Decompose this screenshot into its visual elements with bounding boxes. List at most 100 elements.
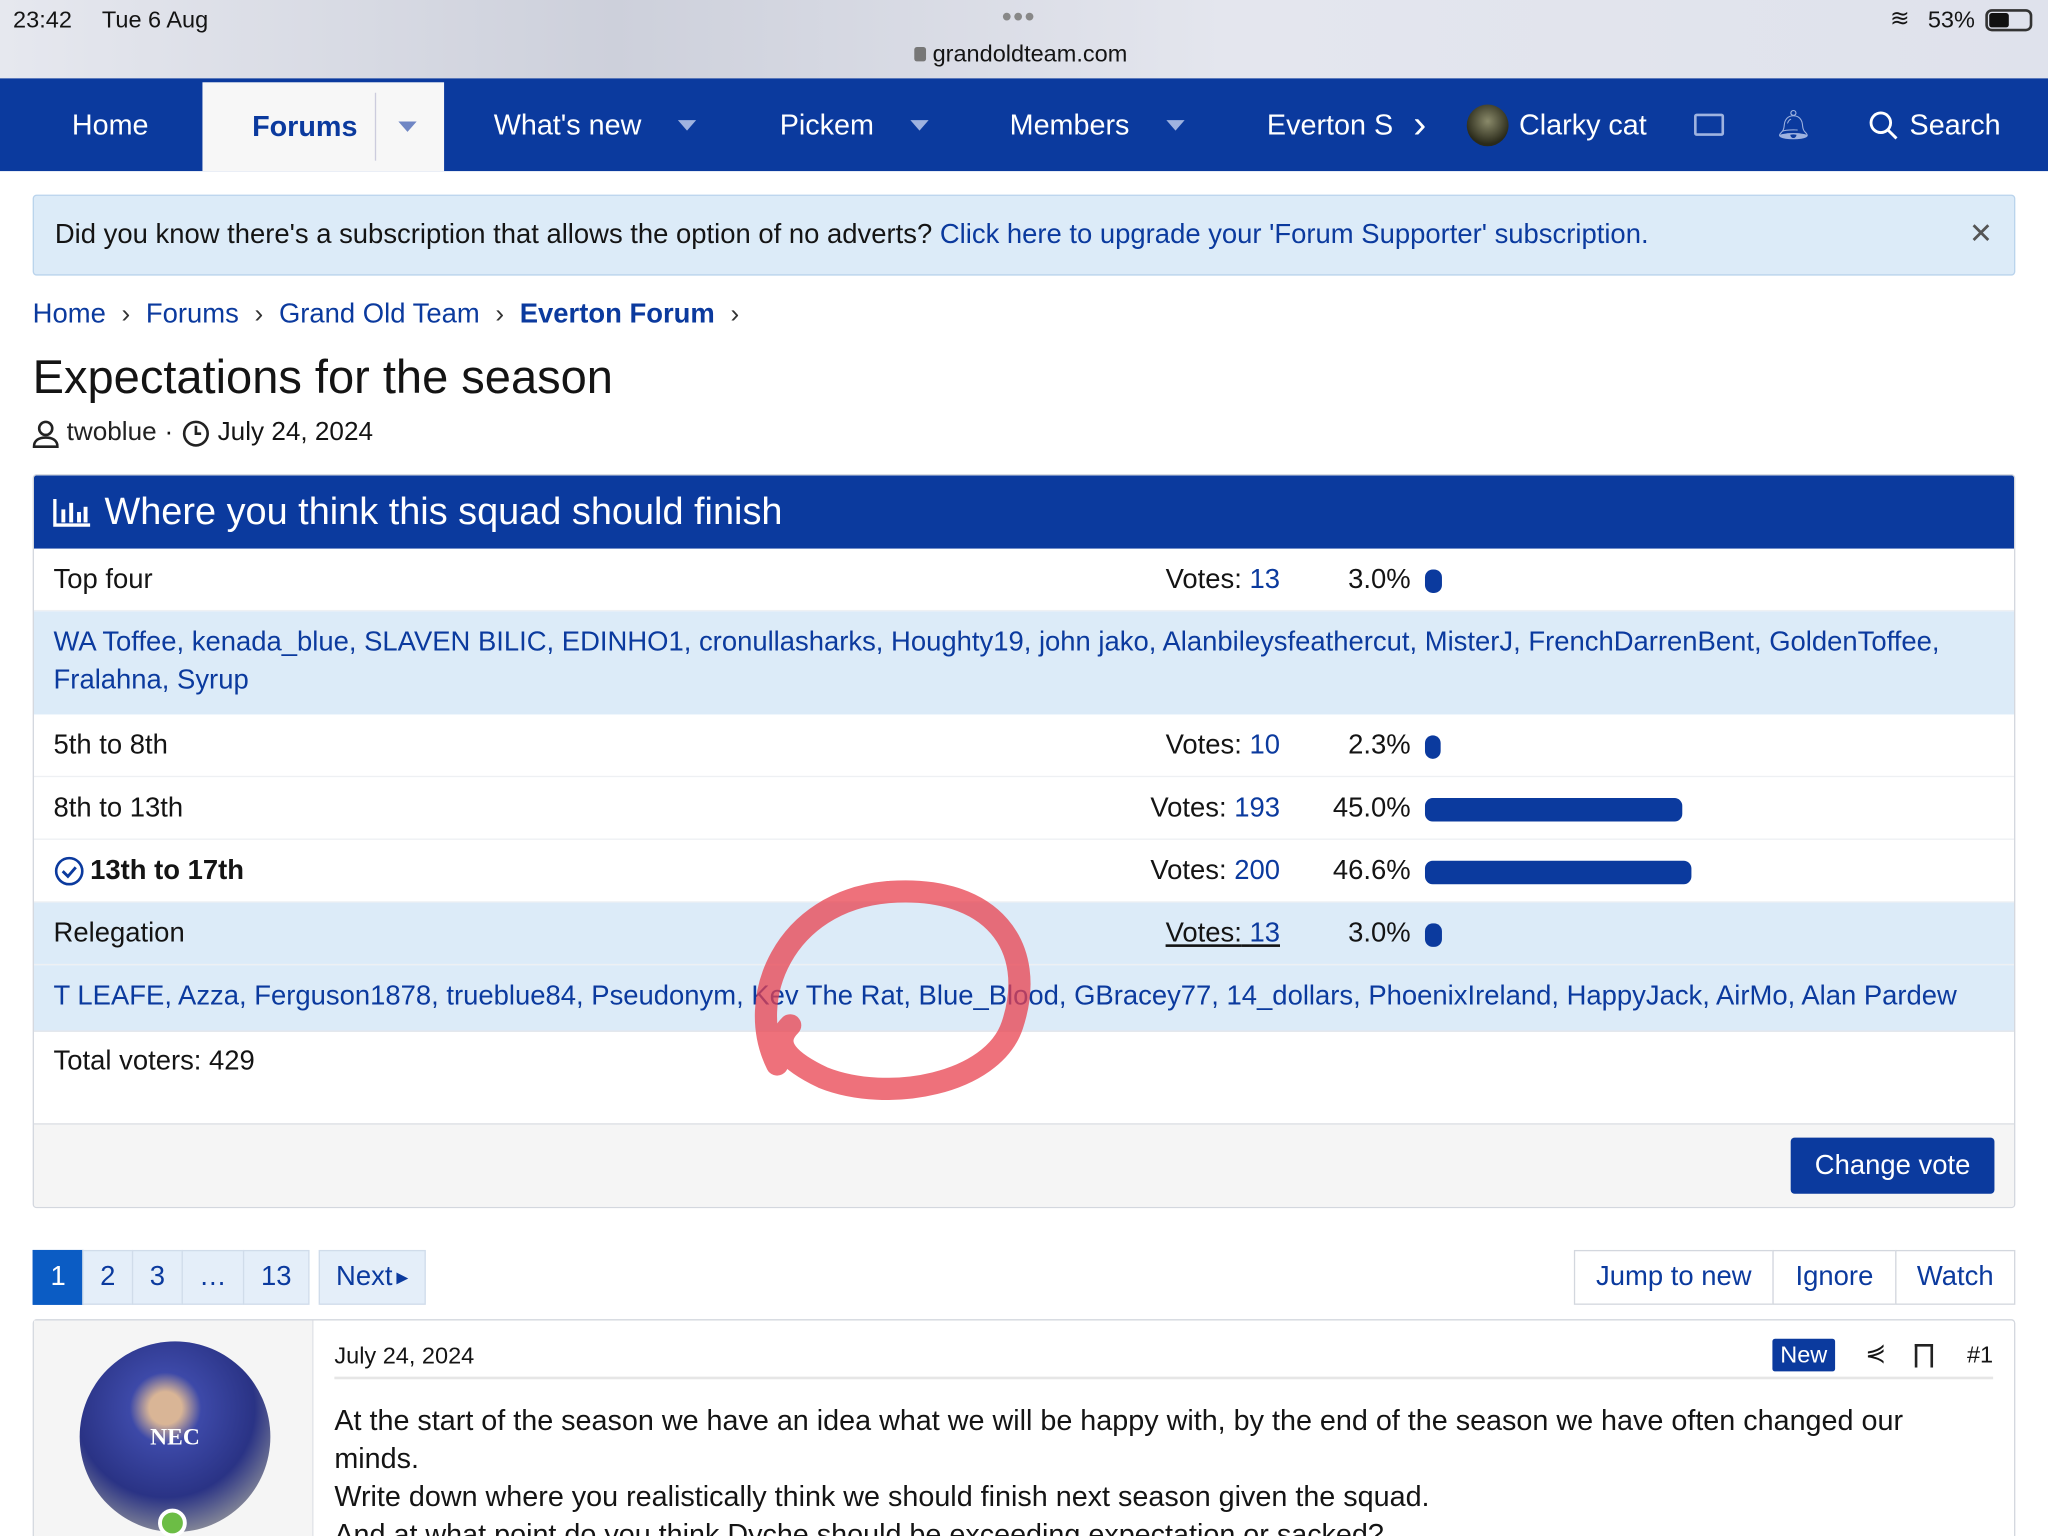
voter-names[interactable]: WA Toffee, kenada_blue, SLAVEN BILIC, ED… [54, 627, 1940, 695]
user-menu[interactable]: Clarky cat [1466, 78, 1647, 171]
avatar [1466, 103, 1509, 146]
separator-dot: · [164, 417, 174, 447]
votes-count[interactable]: 200 [1234, 856, 1280, 886]
alerts-button[interactable]: 🔔︎ [1775, 78, 1811, 171]
poll: Where you think this squad should finish… [32, 474, 2016, 1209]
nav-members[interactable]: Members [1010, 78, 1185, 171]
post-content: At the start of the season we have an id… [334, 1379, 1993, 1536]
breadcrumb-home[interactable]: Home [33, 299, 106, 330]
nav-label: Pickem [779, 107, 874, 141]
upgrade-link[interactable]: Click here to upgrade your 'Forum Suppor… [940, 219, 1649, 250]
poll-option-top-four[interactable]: Top four Votes: 13 3.0% [33, 549, 2015, 612]
post-date[interactable]: July 24, 2024 [334, 1343, 474, 1370]
bookmark-icon[interactable] [1914, 1343, 1934, 1368]
lock-icon [914, 47, 927, 62]
ios-status-bar: 23:42 Tue 6 Aug ••• grandoldteam.com ≋ 5… [0, 0, 2048, 79]
chevron-right-icon: › [121, 299, 131, 329]
wifi-icon: ≋ [1889, 5, 1910, 32]
poll-option-13th-to-17th[interactable]: 13th to 17th Votes: 200 46.6% [33, 840, 2015, 903]
votes-label: Votes: [1150, 855, 1227, 886]
votes-label: Votes: [1165, 918, 1242, 949]
nav-label: Members [1009, 107, 1130, 141]
share-icon[interactable]: ⋞ [1865, 1339, 1886, 1369]
option-label: 13th to 17th [90, 855, 245, 886]
nav-everton[interactable]: Everton S [1267, 78, 1398, 171]
search-icon [1869, 110, 1898, 139]
option-votes[interactable]: Votes: 193 [1150, 793, 1280, 824]
chevron-down-icon[interactable] [910, 119, 929, 130]
nav-label: Home [71, 107, 149, 141]
more-dots-icon[interactable]: ••• [1002, 0, 1036, 34]
votes-count[interactable]: 13 [1249, 918, 1280, 948]
subscription-notice: Did you know there's a subscription that… [32, 194, 2016, 276]
thread-author[interactable]: twoblue [67, 418, 157, 448]
votes-label: Votes: [1165, 564, 1242, 595]
post-user-sidebar: NEC [33, 1320, 314, 1536]
chevron-down-icon[interactable] [398, 121, 417, 132]
option-votes[interactable]: Votes: 200 [1150, 856, 1280, 887]
nav-whats-new[interactable]: What's new [494, 78, 697, 171]
breadcrumb-forums[interactable]: Forums [146, 299, 239, 330]
poll-option-relegation[interactable]: Relegation Votes: 13 3.0% [33, 902, 2015, 966]
votes-label: Votes: [1150, 792, 1227, 823]
chevron-down-icon[interactable] [1165, 119, 1185, 130]
search-button[interactable]: Search [1868, 78, 2001, 171]
breadcrumb-everton-forum[interactable]: Everton Forum [520, 299, 715, 330]
next-page-button[interactable]: Next ▶ [318, 1249, 426, 1305]
nav-label: Everton S [1266, 107, 1394, 141]
page-3-button[interactable]: 3 [131, 1249, 183, 1305]
nav-scroll-right-icon[interactable]: › [1413, 78, 1426, 171]
page-ellipsis-button[interactable]: … [181, 1249, 245, 1305]
status-time: 23:42 [13, 6, 72, 33]
nav-forums[interactable]: Forums [202, 82, 445, 172]
main-nav: Home Forums What's new Pickem Members Ev… [0, 78, 2048, 172]
page-1-button[interactable]: 1 [32, 1249, 84, 1305]
chevron-right-icon: › [730, 299, 740, 329]
chevron-down-icon[interactable] [677, 119, 697, 130]
option-votes[interactable]: Votes: 10 [1166, 730, 1280, 761]
option-bar [1424, 860, 1691, 885]
page-2-button[interactable]: 2 [82, 1249, 134, 1305]
option-percent: 45.0% [1332, 792, 1411, 823]
inbox-button[interactable] [1694, 78, 1725, 171]
option-votes[interactable]: Votes: 13 [1166, 564, 1280, 595]
option-label: 8th to 13th [53, 792, 184, 823]
votes-count[interactable]: 13 [1249, 564, 1280, 594]
search-label: Search [1909, 107, 2001, 141]
post-number[interactable]: #1 [1967, 1341, 1993, 1368]
page-13-button[interactable]: 13 [242, 1249, 310, 1305]
nav-pickem[interactable]: Pickem [780, 78, 929, 171]
votes-count[interactable]: 193 [1234, 793, 1280, 823]
option-bar [1424, 923, 1443, 947]
watch-button[interactable]: Watch [1895, 1249, 2016, 1305]
bar-chart-icon [53, 498, 91, 527]
close-icon[interactable]: ✕ [1969, 217, 1993, 251]
check-circle-icon [54, 856, 84, 886]
poll-footer: Change vote [33, 1123, 2015, 1207]
poll-option-8th-to-13th[interactable]: 8th to 13th Votes: 193 45.0% [33, 777, 2015, 840]
user-avatar[interactable]: NEC [79, 1341, 271, 1533]
option-label: Top four [53, 564, 153, 595]
page-title: Expectations for the season [32, 350, 613, 404]
divider [374, 92, 377, 161]
caret-right-icon: ▶ [396, 1268, 409, 1287]
poll-title: Where you think this squad should finish [104, 490, 783, 533]
jump-to-new-button[interactable]: Jump to new [1573, 1249, 1774, 1305]
option-percent: 2.3% [1348, 730, 1411, 761]
voter-names[interactable]: T LEAFE, Azza, Ferguson1878, trueblue84,… [54, 981, 1957, 1011]
nav-home[interactable]: Home [72, 78, 149, 171]
status-date: Tue 6 Aug [101, 6, 209, 33]
option-label: Relegation [53, 918, 185, 949]
option-bar [1424, 798, 1682, 822]
breadcrumb-grand-old-team[interactable]: Grand Old Team [279, 299, 480, 330]
ignore-button[interactable]: Ignore [1772, 1249, 1897, 1305]
url-bar[interactable]: grandoldteam.com [914, 40, 1127, 67]
votes-count[interactable]: 10 [1249, 730, 1280, 760]
thread-date[interactable]: July 24, 2024 [218, 418, 373, 448]
option-votes[interactable]: Votes: 13 [1166, 918, 1280, 949]
notice-text: Did you know there's a subscription that… [54, 219, 933, 250]
user-icon [32, 419, 59, 448]
poll-option-5th-to-8th[interactable]: 5th to 8th Votes: 10 2.3% [33, 714, 2015, 778]
envelope-icon [1694, 113, 1725, 136]
change-vote-button[interactable]: Change vote [1790, 1137, 1995, 1194]
